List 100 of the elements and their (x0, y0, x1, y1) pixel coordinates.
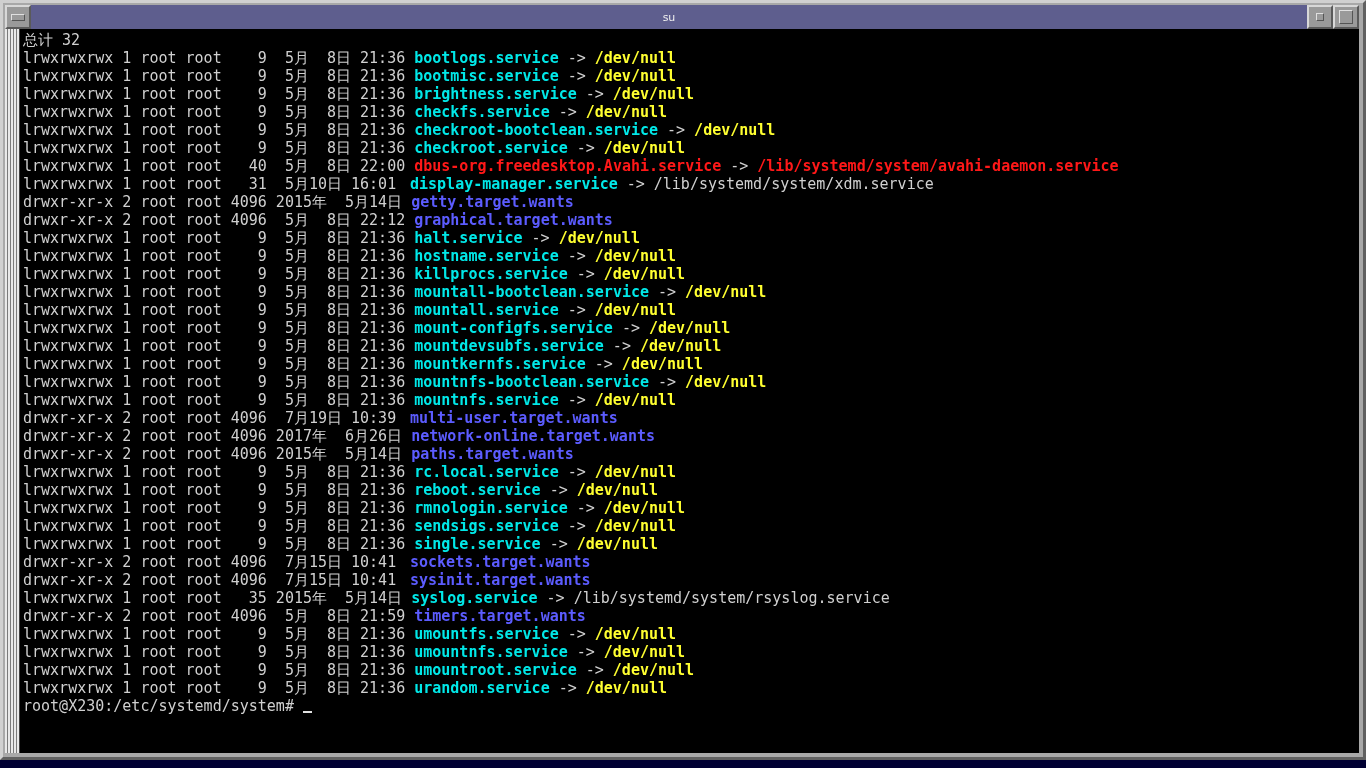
file-info: lrwxrwxrwx 1 root root 9 5月 8日 21:36 (23, 391, 406, 409)
link-target: /dev/null (558, 229, 640, 247)
file-name: multi-user.target.wants (410, 409, 618, 427)
file-name: halt.service (414, 229, 523, 247)
file-name: mountnfs-bootclean.service (414, 373, 649, 391)
file-name: syslog.service (411, 589, 538, 607)
file-info: lrwxrwxrwx 1 root root 9 5月 8日 21:36 (23, 229, 406, 247)
minimize-button[interactable] (1307, 5, 1333, 29)
file-info: lrwxrwxrwx 1 root root 9 5月 8日 21:36 (23, 481, 406, 499)
arrow-text: -> (576, 265, 595, 283)
arrow-text: -> (621, 319, 640, 337)
file-name: mountall.service (414, 301, 559, 319)
file-info: drwxr-xr-x 2 root root 4096 2017年 6月26日 (23, 427, 403, 445)
file-name: getty.target.wants (411, 193, 574, 211)
link-target: /dev/null (594, 301, 677, 319)
arrow-text: -> (585, 661, 604, 679)
file-info: lrwxrwxrwx 1 root root 9 5月 8日 21:36 (23, 535, 406, 553)
arrow-text: -> (567, 67, 586, 85)
file-info: drwxr-xr-x 2 root root 4096 2015年 5月14日 (23, 445, 403, 463)
file-name: dbus-org.freedesktop.Avahi.service (414, 157, 722, 175)
file-name: single.service (414, 535, 541, 553)
file-name: timers.target.wants (414, 607, 586, 625)
arrow-text: -> (576, 499, 595, 517)
file-info: lrwxrwxrwx 1 root root 9 5月 8日 21:36 (23, 337, 406, 355)
arrow-text: -> (549, 535, 568, 553)
arrow-text: -> (658, 283, 677, 301)
file-info: lrwxrwxrwx 1 root root 9 5月 8日 21:36 (23, 625, 406, 643)
arrow-text: -> (576, 643, 595, 661)
file-name: paths.target.wants (411, 445, 574, 463)
file-info: drwxr-xr-x 2 root root 4096 2015年 5月14日 (23, 193, 403, 211)
total-line: 总计 32 (23, 31, 81, 49)
file-info: lrwxrwxrwx 1 root root 9 5月 8日 21:36 (23, 355, 406, 373)
file-name: bootmisc.service (414, 67, 559, 85)
file-info: lrwxrwxrwx 1 root root 9 5月 8日 21:36 (23, 283, 406, 301)
file-name: urandom.service (414, 679, 550, 697)
file-info: lrwxrwxrwx 1 root root 9 5月 8日 21:36 (23, 139, 406, 157)
file-name: umountroot.service (414, 661, 577, 679)
window-menu-button[interactable] (5, 5, 31, 29)
link-target: /dev/null (576, 481, 658, 499)
file-name: rc.local.service (414, 463, 559, 481)
arrow-text: -> (567, 391, 586, 409)
file-info: lrwxrwxrwx 1 root root 9 5月 8日 21:36 (23, 85, 406, 103)
arrow-text: -> (567, 247, 586, 265)
file-name: brightness.service (414, 85, 577, 103)
link-target: /dev/null (612, 661, 695, 679)
file-info: drwxr-xr-x 2 root root 4096 5月 8日 21:59 (23, 607, 406, 625)
arrow-text: -> (531, 229, 550, 247)
file-name: display-manager.service (410, 175, 618, 193)
link-target: /lib/systemd/system/avahi-daemon.service (757, 157, 1119, 175)
file-name: checkfs.service (414, 103, 550, 121)
file-name: mount-configfs.service (414, 319, 613, 337)
link-target: /dev/null (576, 535, 658, 553)
link-target: /dev/null (594, 49, 677, 67)
link-target: /dev/null (594, 625, 677, 643)
arrow-text: -> (567, 517, 586, 535)
file-info: lrwxrwxrwx 1 root root 9 5月 8日 21:36 (23, 67, 406, 85)
arrow-text: -> (567, 463, 586, 481)
file-info: drwxr-xr-x 2 root root 4096 7月19日 10:39 (23, 409, 398, 427)
arrow-text: -> (567, 49, 586, 67)
file-info: drwxr-xr-x 2 root root 4096 7月15日 10:41 (23, 553, 398, 571)
arrow-text: -> (549, 481, 568, 499)
link-target: /dev/null (694, 121, 776, 139)
link-target: /dev/null (685, 283, 767, 301)
link-target: /lib/systemd/system/rsyslog.service (573, 589, 890, 607)
link-target: /dev/null (639, 337, 722, 355)
text-cursor (302, 711, 312, 713)
file-info: lrwxrwxrwx 1 root root 9 5月 8日 21:36 (23, 499, 406, 517)
file-info: lrwxrwxrwx 1 root root 9 5月 8日 21:36 (23, 301, 406, 319)
file-info: lrwxrwxrwx 1 root root 40 5月 8日 22:00 (23, 157, 406, 175)
scrollbar[interactable] (5, 29, 20, 753)
arrow-text: -> (567, 625, 586, 643)
file-info: lrwxrwxrwx 1 root root 9 5月 8日 21:36 (23, 319, 406, 337)
shell-prompt: root@X230:/etc/systemd/system# (23, 697, 294, 715)
link-target: /dev/null (585, 103, 667, 121)
file-name: hostname.service (414, 247, 559, 265)
link-target: /dev/null (621, 355, 704, 373)
file-name: network-online.target.wants (411, 427, 655, 445)
file-name: mountkernfs.service (414, 355, 586, 373)
file-name: mountnfs.service (414, 391, 559, 409)
file-name: sysinit.target.wants (410, 571, 591, 589)
file-info: drwxr-xr-x 2 root root 4096 7月15日 10:41 (23, 571, 398, 589)
file-info: drwxr-xr-x 2 root root 4096 5月 8日 22:12 (23, 211, 406, 229)
maximize-button[interactable] (1333, 5, 1359, 29)
window-title: su (662, 10, 676, 24)
link-target: /dev/null (594, 463, 677, 481)
file-info: lrwxrwxrwx 1 root root 9 5月 8日 21:36 (23, 103, 406, 121)
file-info: lrwxrwxrwx 1 root root 9 5月 8日 21:36 (23, 463, 406, 481)
arrow-text: -> (585, 85, 604, 103)
link-target: /lib/systemd/system/xdm.service (653, 175, 934, 193)
file-name: umountfs.service (414, 625, 559, 643)
link-target: /dev/null (594, 247, 677, 265)
link-target: /dev/null (594, 391, 677, 409)
file-info: lrwxrwxrwx 1 root root 9 5月 8日 21:36 (23, 265, 406, 283)
file-info: lrwxrwxrwx 1 root root 9 5月 8日 21:36 (23, 373, 406, 391)
link-target: /dev/null (603, 499, 686, 517)
file-info: lrwxrwxrwx 1 root root 9 5月 8日 21:36 (23, 643, 406, 661)
arrow-text: -> (558, 679, 577, 697)
file-name: sockets.target.wants (410, 553, 591, 571)
arrow-text: -> (594, 355, 613, 373)
link-target: /dev/null (685, 373, 767, 391)
